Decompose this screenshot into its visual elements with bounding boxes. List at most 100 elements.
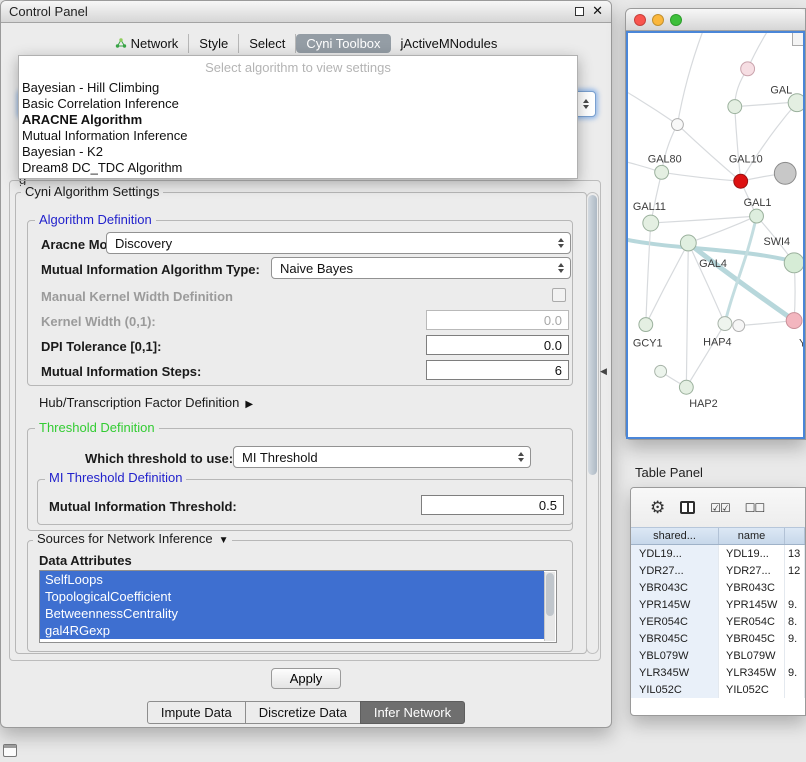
table-row[interactable]: YBR043CYBR043C — [631, 579, 805, 596]
table-cell: YER054C — [631, 613, 719, 630]
combo-arrows-icon — [558, 263, 564, 273]
columns-icon[interactable] — [680, 501, 695, 514]
network-node[interactable] — [728, 100, 742, 114]
mi-type-label: Mutual Information Algorithm Type: — [41, 262, 260, 277]
aracne-mode-combo[interactable]: Discovery — [106, 232, 571, 254]
data-attributes-list[interactable]: SelfLoops TopologicalCoefficient Between… — [39, 570, 557, 643]
hub-definition-toggle[interactable]: Hub/Transcription Factor Definition▶ — [39, 395, 253, 412]
mi-steps-field[interactable]: 6 — [426, 360, 569, 380]
mi-type-combo[interactable]: Naive Bayes — [271, 257, 571, 279]
list-item[interactable]: gal4RGexp — [40, 622, 544, 639]
manual-kernel-checkbox[interactable] — [552, 288, 566, 302]
table-row[interactable]: YDR27...YDR27...12 — [631, 562, 805, 579]
dropdown-option[interactable]: Mutual Information Inference — [19, 128, 577, 144]
list-scrollbar[interactable] — [544, 572, 555, 641]
settings-scrollbar[interactable] — [586, 192, 599, 654]
minimize-traffic-light-icon[interactable] — [652, 14, 664, 26]
float-window-icon[interactable] — [575, 7, 584, 16]
network-node-gal11[interactable] — [643, 215, 659, 231]
mi-steps-label: Mutual Information Steps: — [41, 364, 201, 379]
table-row[interactable]: YBL079WYBL079W — [631, 647, 805, 664]
tab-network[interactable]: Network — [105, 34, 190, 53]
network-edge[interactable] — [688, 243, 794, 321]
network-node-y[interactable] — [786, 313, 802, 329]
network-edge[interactable] — [735, 103, 788, 107]
close-window-icon[interactable]: ✕ — [592, 4, 603, 18]
network-node-gal10[interactable] — [734, 174, 748, 188]
table-row[interactable]: YLR345WYLR345W9. — [631, 664, 805, 681]
unselect-all-rows-icon[interactable]: ☐☐ — [745, 501, 765, 515]
network-edge[interactable] — [686, 243, 688, 387]
network-edge[interactable] — [662, 172, 741, 181]
tab-jactivemnodules[interactable]: jActiveMNodules — [391, 34, 508, 53]
table-cell: YBR043C — [631, 579, 719, 596]
tab-impute-data[interactable]: Impute Data — [147, 701, 246, 724]
network-edge[interactable] — [735, 107, 741, 182]
close-traffic-light-icon[interactable] — [634, 14, 646, 26]
apply-button[interactable]: Apply — [271, 668, 341, 689]
column-header-extra[interactable] — [785, 528, 805, 544]
control-panel-titlebar[interactable]: Control Panel ✕ — [1, 1, 611, 23]
network-edge[interactable] — [646, 243, 689, 325]
network-node-hap4[interactable] — [718, 317, 732, 331]
list-scrollbar-thumb[interactable] — [546, 573, 554, 616]
column-header-shared-name[interactable]: shared... — [631, 528, 719, 544]
control-panel-tabbar: Network Style Select Cyni Toolbox jActiv… — [1, 32, 611, 54]
list-item[interactable]: SelfLoops — [40, 571, 544, 588]
algorithm-definition-legend: Algorithm Definition — [35, 213, 156, 227]
network-node-swi4[interactable] — [784, 253, 803, 273]
network-node-hap2[interactable] — [679, 380, 693, 394]
mi-threshold-value: 0.5 — [539, 498, 557, 513]
dropdown-option[interactable]: Basic Correlation Inference — [19, 96, 577, 112]
network-scrollbar-fragment[interactable] — [792, 33, 803, 46]
network-node[interactable] — [655, 365, 667, 377]
network-node-gal4[interactable] — [680, 235, 696, 251]
dropdown-option[interactable]: Bayesian - K2 — [19, 144, 577, 160]
table-row[interactable]: YDL19...YDL19...13 — [631, 545, 805, 562]
dpi-tolerance-field[interactable]: 0.0 — [426, 335, 569, 355]
dropdown-placeholder-option[interactable]: Select algorithm to view settings — [19, 56, 577, 80]
tab-infer-network[interactable]: Infer Network — [360, 701, 465, 724]
tab-cyni-toolbox[interactable]: Cyni Toolbox — [296, 34, 390, 53]
network-edge[interactable] — [651, 216, 757, 223]
network-node[interactable] — [733, 320, 745, 332]
network-node[interactable] — [774, 162, 796, 184]
dropdown-option-selected[interactable]: ARACNE Algorithm — [19, 112, 577, 128]
zoom-traffic-light-icon[interactable] — [670, 14, 682, 26]
gear-icon[interactable]: ⚙ — [650, 499, 665, 516]
tab-select[interactable]: Select — [239, 34, 296, 53]
network-edge[interactable] — [677, 33, 702, 125]
table-row[interactable]: YIL052CYIL052C — [631, 681, 805, 698]
list-item[interactable]: TopologicalCoefficient — [40, 588, 544, 605]
dropdown-option[interactable]: Bayesian - Hill Climbing — [19, 80, 577, 96]
column-header-name[interactable]: name — [719, 528, 785, 544]
network-node[interactable] — [741, 62, 755, 76]
sources-legend[interactable]: Sources for Network Inference▼ — [33, 532, 232, 548]
mi-threshold-field[interactable]: 0.5 — [421, 495, 564, 515]
tab-style[interactable]: Style — [189, 34, 239, 53]
node-label: SWI4 — [763, 236, 790, 248]
settings-scrollbar-thumb[interactable] — [588, 195, 597, 475]
minimized-panel-icon[interactable] — [3, 744, 17, 757]
network-node[interactable] — [672, 119, 684, 131]
table-row[interactable]: YBR045CYBR045C9. — [631, 630, 805, 647]
dropdown-option[interactable]: Dream8 DC_TDC Algorithm — [19, 160, 577, 176]
kernel-width-field[interactable]: 0.0 — [426, 310, 569, 330]
splitter-handle[interactable]: ◀ — [600, 366, 607, 377]
table-cell: YDL19... — [719, 545, 785, 562]
table-row[interactable]: YER054CYER054C8. — [631, 613, 805, 630]
network-edge[interactable] — [686, 324, 725, 388]
network-node-gal80[interactable] — [655, 165, 669, 179]
list-item[interactable]: BetweennessCentrality — [40, 605, 544, 622]
network-node-gal1[interactable] — [750, 209, 764, 223]
network-node-gcy1[interactable] — [639, 318, 653, 332]
tab-discretize-data[interactable]: Discretize Data — [245, 701, 361, 724]
network-window-titlebar[interactable] — [626, 9, 805, 31]
select-all-rows-icon[interactable]: ☑☑ — [710, 501, 730, 515]
network-canvas[interactable]: GALGAL80GAL10GAL11GAL1SWI4GAL4GCY1HAP4YH… — [628, 33, 803, 437]
network-edge[interactable] — [725, 216, 757, 323]
which-threshold-combo[interactable]: MI Threshold — [233, 446, 531, 468]
table-row[interactable]: YPR145WYPR145W9. — [631, 596, 805, 613]
network-edge[interactable] — [646, 223, 651, 324]
network-edge[interactable] — [628, 93, 677, 125]
